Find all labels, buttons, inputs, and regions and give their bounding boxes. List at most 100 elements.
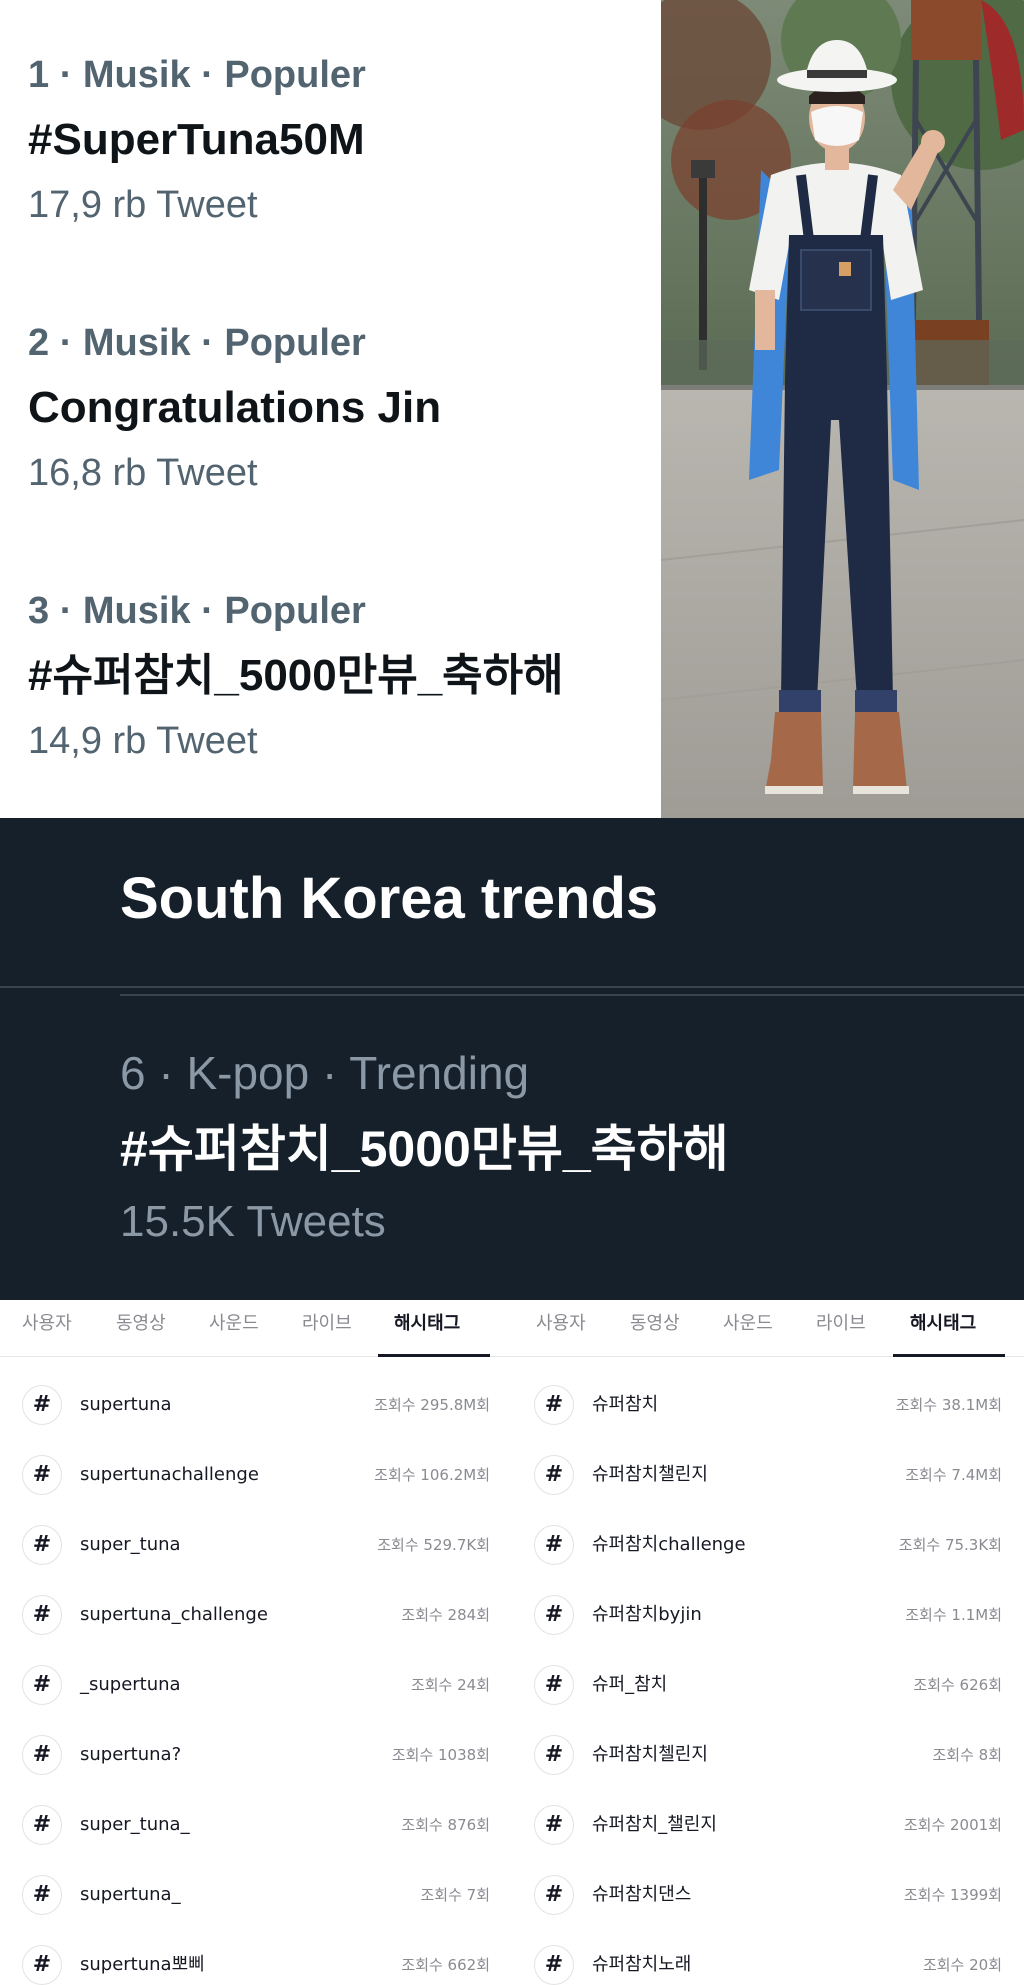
hashtag-icon: # <box>534 1595 574 1635</box>
trend-name: #슈퍼참치_5000만뷰_축하해 <box>120 1121 729 1177</box>
hashtag-name: supertunachallenge <box>80 1464 259 1485</box>
hashtag-icon: # <box>22 1875 62 1915</box>
hashtag-row[interactable]: # 슈퍼참치_챌린지 조회수 2001회 <box>512 1790 1024 1860</box>
hashtag-view-count: 조회수 626회 <box>913 1676 1002 1694</box>
hashtag-view-count: 조회수 2001회 <box>903 1816 1002 1834</box>
hashtag-view-count: 조회수 284회 <box>401 1606 490 1624</box>
trending-list-south-korea: South Korea trends 6 · K-pop · Trending … <box>0 818 1024 1300</box>
trending-list-indonesia: 1 · Musik · Populer #SuperTuna50M 17,9 r… <box>0 0 660 818</box>
hashtag-view-count: 조회수 662회 <box>401 1956 490 1974</box>
hashtag-view-count: 조회수 75.3K회 <box>898 1536 1002 1554</box>
hashtag-view-count: 조회수 8회 <box>932 1746 1002 1764</box>
hashtag-name: supertuna <box>80 1394 172 1415</box>
hashtag-name: 슈퍼참치byjin <box>592 1604 702 1625</box>
hashtag-icon: # <box>534 1875 574 1915</box>
hashtag-row[interactable]: # supertuna 조회수 295.8M회 <box>0 1370 512 1440</box>
hashtag-row[interactable]: # 슈퍼참치byjin 조회수 1.1M회 <box>512 1580 1024 1650</box>
hashtag-row[interactable]: # supertuna? 조회수 1038회 <box>0 1720 512 1790</box>
trend-tweet-count: 16,8 rb Tweet <box>28 452 258 494</box>
hashtag-icon: # <box>22 1805 62 1845</box>
hashtag-row[interactable]: # 슈퍼참치챌린지 조회수 7.4M회 <box>512 1440 1024 1510</box>
photo-person-in-overalls <box>661 0 1024 818</box>
hashtag-name: super_tuna <box>80 1534 181 1555</box>
hashtag-name: supertuna뽀삐 <box>80 1954 205 1975</box>
hashtag-name: 슈퍼참치challenge <box>592 1534 746 1555</box>
hashtag-view-count: 조회수 24회 <box>410 1676 490 1694</box>
hashtag-icon: # <box>22 1665 62 1705</box>
search-tabs: 사용자 동영상 사운드 라이브 해시태그 <box>512 1300 1024 1357</box>
hashtag-row[interactable]: # 슈퍼참치challenge 조회수 75.3K회 <box>512 1510 1024 1580</box>
trend-name: #SuperTuna50M <box>28 115 365 164</box>
hashtag-view-count: 조회수 1038회 <box>391 1746 490 1764</box>
trend-item[interactable]: 2 · Musik · Populer Congratulations Jin … <box>28 324 441 492</box>
hashtag-view-count: 조회수 1399회 <box>903 1886 1002 1904</box>
hashtag-name: supertuna? <box>80 1744 182 1765</box>
trend-tweet-count: 17,9 rb Tweet <box>28 184 258 226</box>
hashtag-row[interactable]: # super_tuna_ 조회수 876회 <box>0 1790 512 1860</box>
hashtag-name: 슈퍼참치첼린지 <box>592 1744 708 1765</box>
hashtag-icon: # <box>534 1945 574 1985</box>
tab-hashtags[interactable]: 해시태그 <box>394 1313 460 1335</box>
tab-videos[interactable]: 동영상 <box>630 1313 680 1335</box>
hashtag-name: 슈퍼참치노래 <box>592 1954 692 1975</box>
tab-videos[interactable]: 동영상 <box>116 1313 166 1335</box>
trend-tweet-count: 15.5K Tweets <box>120 1197 386 1246</box>
hashtag-search-panel-left: 사용자 동영상 사운드 라이브 해시태그 # supertuna 조회수 295… <box>0 1300 512 1985</box>
hashtag-icon: # <box>22 1385 62 1425</box>
divider <box>0 986 1024 988</box>
search-tabs: 사용자 동영상 사운드 라이브 해시태그 <box>0 1300 512 1357</box>
hashtag-icon: # <box>534 1455 574 1495</box>
hashtag-view-count: 조회수 38.1M회 <box>895 1396 1002 1414</box>
active-tab-indicator <box>378 1354 490 1357</box>
hashtag-icon: # <box>534 1665 574 1705</box>
hashtag-icon: # <box>534 1735 574 1775</box>
hashtag-icon: # <box>22 1525 62 1565</box>
hashtag-name: 슈퍼참치_챌린지 <box>592 1814 717 1835</box>
hashtag-view-count: 조회수 295.8M회 <box>374 1396 490 1414</box>
hashtag-icon: # <box>534 1385 574 1425</box>
hashtag-icon: # <box>534 1525 574 1565</box>
hashtag-row[interactable]: # 슈퍼참치노래 조회수 20회 <box>512 1930 1024 1985</box>
hashtag-name: _supertuna <box>80 1674 181 1695</box>
tab-hashtags[interactable]: 해시태그 <box>910 1313 976 1335</box>
hashtag-name: supertuna_challenge <box>80 1604 268 1625</box>
trend-tweet-count: 14,9 rb Tweet <box>28 720 258 762</box>
hashtag-view-count: 조회수 529.7K회 <box>377 1536 490 1554</box>
hashtag-view-count: 조회수 7.4M회 <box>905 1466 1002 1484</box>
hashtag-row[interactable]: # supertuna뽀삐 조회수 662회 <box>0 1930 512 1985</box>
hashtag-name: super_tuna_ <box>80 1814 190 1835</box>
trend-name: Congratulations Jin <box>28 383 442 432</box>
hashtag-view-count: 조회수 1.1M회 <box>905 1606 1002 1624</box>
hashtag-row[interactable]: # supertuna_challenge 조회수 284회 <box>0 1580 512 1650</box>
hashtag-row[interactable]: # 슈퍼_참치 조회수 626회 <box>512 1650 1024 1720</box>
trend-meta: 3 · Musik · Populer <box>28 590 366 632</box>
hashtag-name: supertuna_ <box>80 1884 181 1905</box>
tab-live[interactable]: 라이브 <box>816 1313 866 1335</box>
hashtag-icon: # <box>534 1805 574 1845</box>
hashtag-view-count: 조회수 20회 <box>922 1956 1002 1974</box>
hashtag-row[interactable]: # supertunachallenge 조회수 106.2M회 <box>0 1440 512 1510</box>
hashtag-view-count: 조회수 106.2M회 <box>374 1466 490 1484</box>
tab-sounds[interactable]: 사운드 <box>209 1313 259 1335</box>
tab-users[interactable]: 사용자 <box>536 1313 586 1335</box>
hashtag-row[interactable]: # 슈퍼참치첼린지 조회수 8회 <box>512 1720 1024 1790</box>
active-tab-indicator <box>893 1354 1005 1357</box>
hashtag-icon: # <box>22 1945 62 1985</box>
hashtag-icon: # <box>22 1595 62 1635</box>
hashtag-icon: # <box>22 1735 62 1775</box>
trend-item[interactable]: 3 · Musik · Populer #슈퍼참치_5000만뷰_축하해 14,… <box>28 592 564 760</box>
hashtag-view-count: 조회수 876회 <box>401 1816 490 1834</box>
tab-live[interactable]: 라이브 <box>302 1313 352 1335</box>
trend-meta: 1 · Musik · Populer <box>28 54 366 96</box>
hashtag-row[interactable]: # supertuna_ 조회수 7회 <box>0 1860 512 1930</box>
section-title: South Korea trends <box>120 866 659 931</box>
tab-users[interactable]: 사용자 <box>22 1313 72 1335</box>
hashtag-row[interactable]: # 슈퍼참치 조회수 38.1M회 <box>512 1370 1024 1440</box>
hashtag-name: 슈퍼참치챌린지 <box>592 1464 708 1485</box>
trend-item[interactable]: 1 · Musik · Populer #SuperTuna50M 17,9 r… <box>28 56 366 224</box>
hashtag-search-panel-right: 사용자 동영상 사운드 라이브 해시태그 # 슈퍼참치 조회수 38.1M회 #… <box>512 1300 1024 1985</box>
hashtag-row[interactable]: # 슈퍼참치댄스 조회수 1399회 <box>512 1860 1024 1930</box>
hashtag-row[interactable]: # _supertuna 조회수 24회 <box>0 1650 512 1720</box>
tab-sounds[interactable]: 사운드 <box>723 1313 773 1335</box>
hashtag-row[interactable]: # super_tuna 조회수 529.7K회 <box>0 1510 512 1580</box>
